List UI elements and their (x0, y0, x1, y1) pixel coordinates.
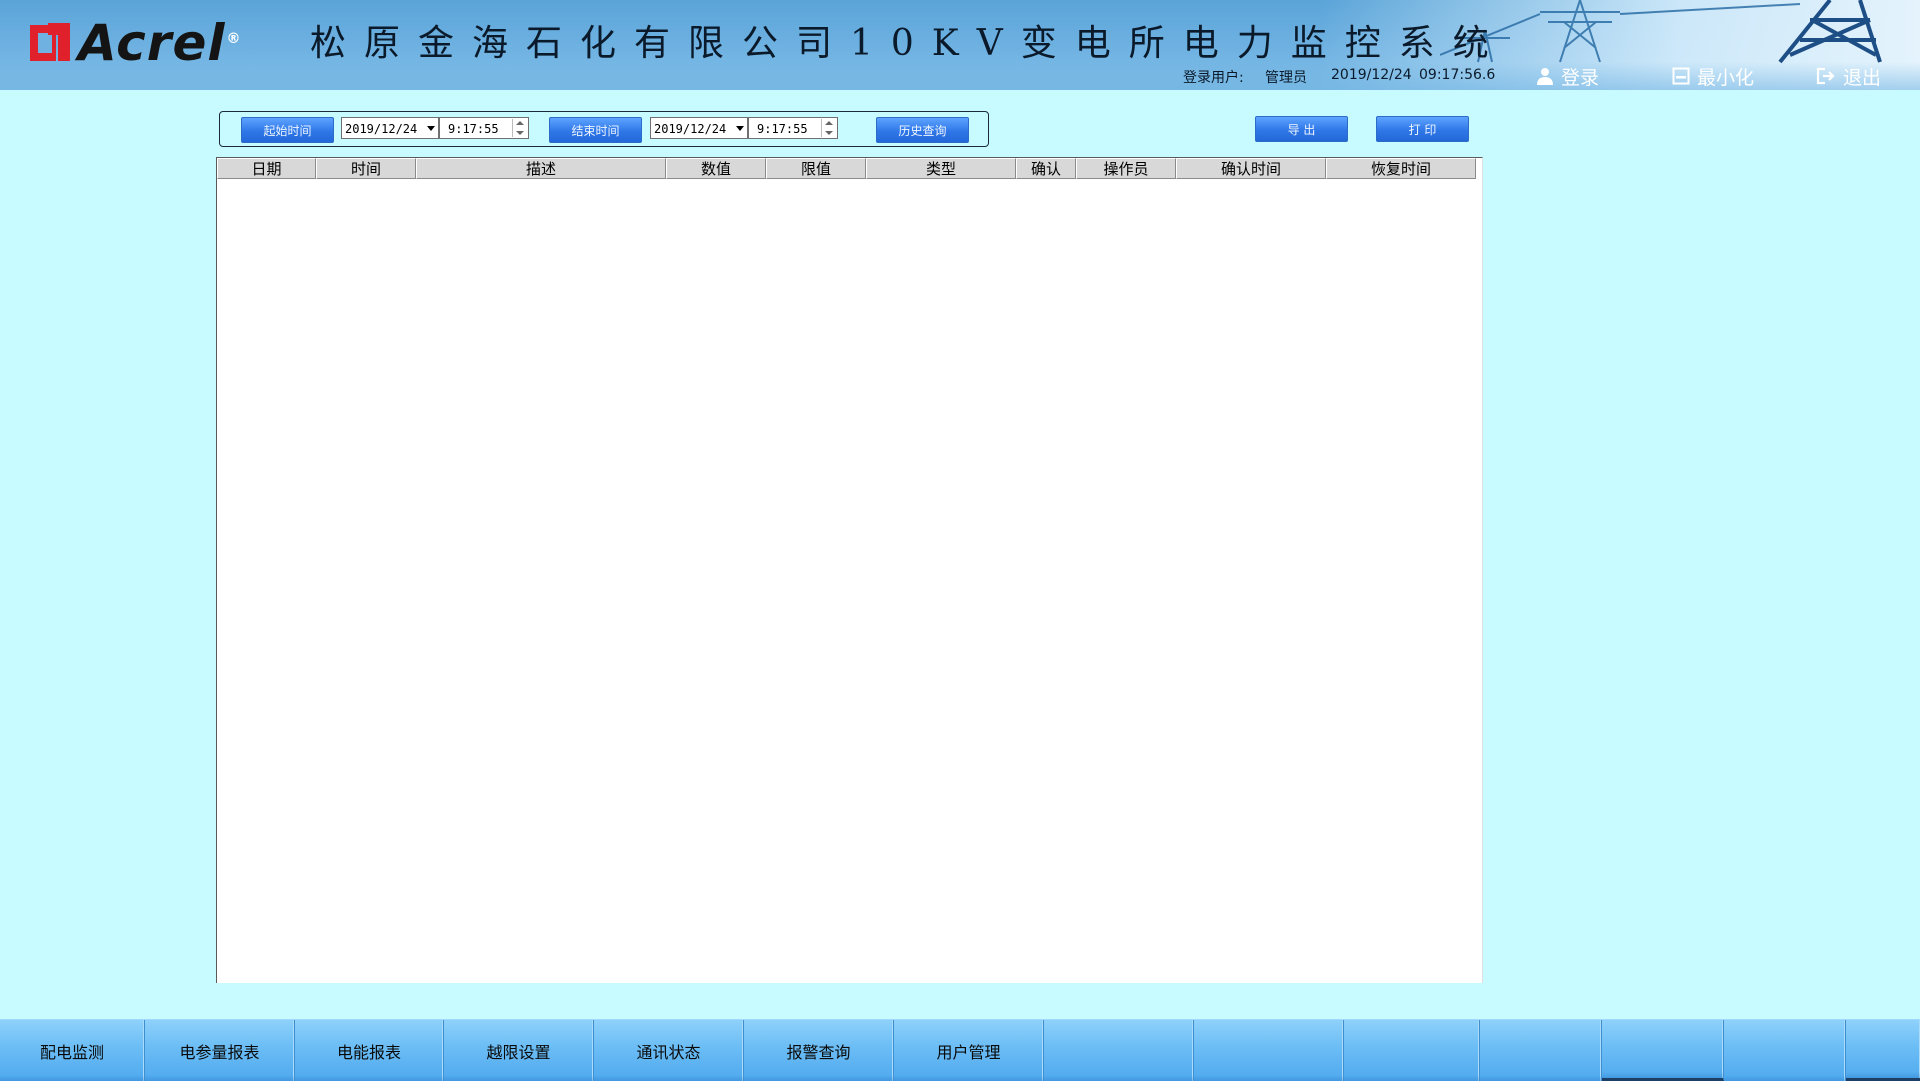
history-query-button[interactable]: 历史查询 (876, 117, 969, 143)
spin-up-icon[interactable] (822, 119, 836, 128)
header-status-bar (0, 62, 1920, 90)
end-date-picker[interactable]: 2019/12/24 (650, 117, 748, 139)
nav-item-comm-status[interactable]: 通讯状态 (594, 1020, 744, 1081)
start-time-value: 9:17:55 (448, 122, 499, 136)
start-date-picker[interactable]: 2019/12/24 (341, 117, 439, 139)
login-user-value: 管理员 (1265, 70, 1307, 86)
spin-down-icon[interactable] (822, 128, 836, 137)
start-time-spinner[interactable] (512, 119, 527, 137)
nav-item-energy-report[interactable]: 电能报表 (295, 1020, 444, 1081)
column-header-confirm-time[interactable]: 确认时间 (1176, 158, 1326, 179)
nav-item-empty[interactable] (1724, 1020, 1846, 1081)
end-time-input[interactable]: 9:17:55 (748, 117, 838, 139)
chevron-down-icon[interactable] (736, 126, 744, 131)
start-time-input[interactable]: 9:17:55 (439, 117, 529, 139)
nav-item-empty[interactable] (1194, 1020, 1344, 1081)
nav-item-empty[interactable] (1602, 1020, 1724, 1081)
login-label: 登录 (1561, 66, 1600, 89)
end-date-value: 2019/12/24 (654, 122, 727, 136)
end-time-button[interactable]: 结束时间 (549, 117, 642, 143)
start-time-button[interactable]: 起始时间 (241, 117, 334, 143)
start-date-value: 2019/12/24 (345, 122, 418, 136)
login-user-label: 登录用户: (1183, 70, 1244, 86)
column-header-recover-time[interactable]: 恢复时间 (1326, 158, 1476, 179)
exit-label: 退出 (1843, 66, 1882, 89)
exit-icon (1816, 67, 1835, 85)
header-date: 2019/12/24 (1331, 67, 1412, 83)
column-header-operator[interactable]: 操作员 (1076, 158, 1176, 179)
nav-item-limit-settings[interactable]: 越限设置 (444, 1020, 594, 1081)
logo-text: Acrel ® (78, 18, 241, 68)
column-header-value[interactable]: 数值 (666, 158, 766, 179)
end-time-spinner[interactable] (821, 119, 836, 137)
nav-item-empty[interactable] (1480, 1020, 1602, 1081)
nav-item-empty[interactable] (1044, 1020, 1194, 1081)
end-time-value: 9:17:55 (757, 122, 808, 136)
nav-item-alarm-query[interactable]: 报警查询 (744, 1020, 894, 1081)
minimize-icon (1672, 67, 1690, 85)
column-header-description[interactable]: 描述 (416, 158, 666, 179)
minimize-button[interactable]: 最小化 (1672, 64, 1755, 89)
nav-item-user-management[interactable]: 用户管理 (894, 1020, 1044, 1081)
bottom-nav: 配电监测 电参量报表 电能报表 越限设置 通讯状态 报警查询 用户管理 (0, 1019, 1920, 1081)
minimize-label: 最小化 (1697, 66, 1755, 89)
column-header-limit[interactable]: 限值 (766, 158, 866, 179)
nav-item-empty[interactable] (1846, 1020, 1920, 1081)
system-title: 松原金海石化有限公司10KV变电所电力监控系统 (310, 23, 1507, 64)
registered-mark: ® (226, 31, 242, 47)
acrel-logo-icon (30, 23, 70, 61)
nav-item-empty[interactable] (1344, 1020, 1480, 1081)
print-button[interactable]: 打 印 (1376, 116, 1469, 142)
app-header: Acrel ® 松原金海石化有限公司10KV变电所电力监控系统 登录用户: 管理… (0, 0, 1920, 90)
nav-item-distribution-monitor[interactable]: 配电监测 (0, 1020, 145, 1081)
user-icon (1537, 68, 1553, 85)
spin-up-icon[interactable] (513, 119, 527, 128)
table-header: 日期 时间 描述 数值 限值 类型 确认 操作员 确认时间 恢复时间 (217, 158, 1476, 179)
nav-item-parameter-report[interactable]: 电参量报表 (145, 1020, 295, 1081)
exit-button[interactable]: 退出 (1816, 64, 1882, 89)
column-header-type[interactable]: 类型 (866, 158, 1016, 179)
export-button[interactable]: 导 出 (1255, 116, 1348, 142)
column-header-time[interactable]: 时间 (316, 158, 416, 179)
alarm-table: 日期 时间 描述 数值 限值 类型 确认 操作员 确认时间 恢复时间 (216, 157, 1483, 983)
chevron-down-icon[interactable] (427, 126, 435, 131)
column-header-confirm[interactable]: 确认 (1016, 158, 1076, 179)
acrel-logo: Acrel ® (28, 18, 241, 68)
login-button[interactable]: 登录 (1536, 64, 1600, 89)
spin-down-icon[interactable] (513, 128, 527, 137)
column-header-date[interactable]: 日期 (217, 158, 316, 179)
header-clock: 09:17:56.6 (1419, 67, 1496, 83)
